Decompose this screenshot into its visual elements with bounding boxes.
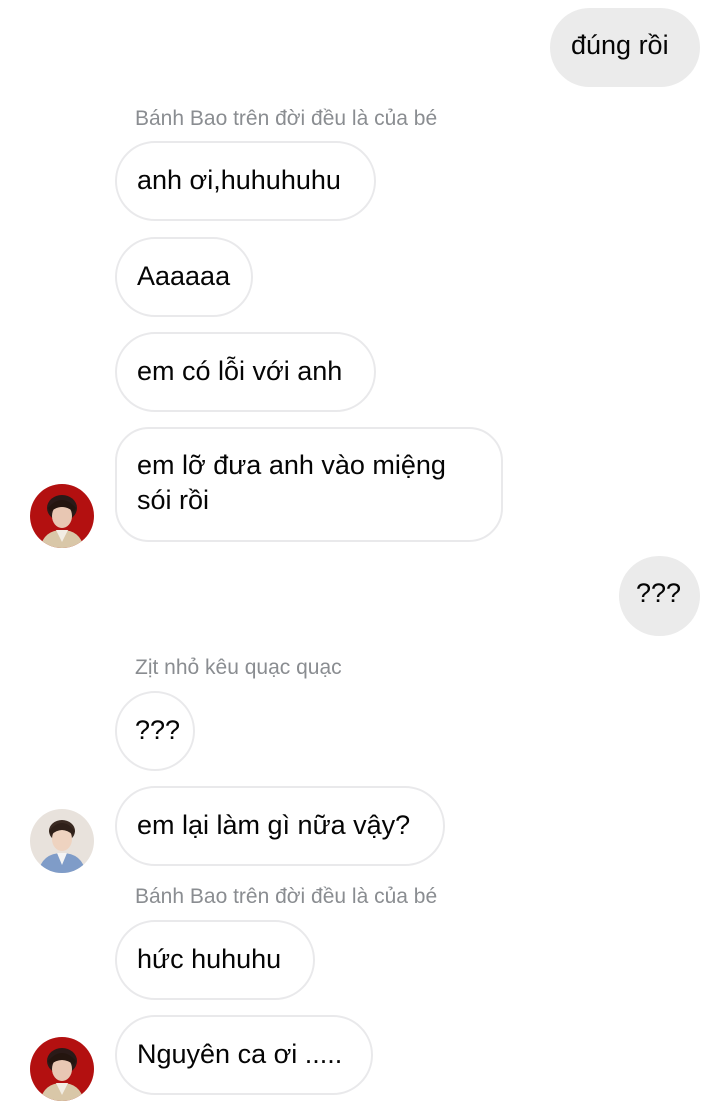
contact-avatar[interactable]	[30, 484, 94, 548]
outgoing-message[interactable]: đúng rồi	[550, 8, 700, 87]
incoming-message[interactable]: ???	[115, 691, 195, 771]
avatar-red-image	[30, 484, 94, 548]
incoming-message[interactable]: Nguyên ca ơi .....	[115, 1015, 373, 1095]
incoming-message[interactable]: em có lỗi với anh	[115, 332, 376, 412]
outgoing-message[interactable]: ???	[619, 556, 700, 636]
incoming-message[interactable]: anh ơi,huhuhuhu	[115, 141, 376, 221]
incoming-message[interactable]: Aaaaaa	[115, 237, 253, 317]
incoming-message[interactable]: em lỡ đưa anh vào miệng sói rồi	[115, 427, 503, 542]
sender-name: Zịt nhỏ kêu quạc quạc	[135, 656, 342, 679]
avatar-red-image	[30, 1037, 94, 1101]
incoming-message[interactable]: em lại làm gì nữa vậy?	[115, 786, 445, 866]
avatar-light-image	[30, 809, 94, 873]
contact-avatar[interactable]	[30, 809, 94, 873]
sender-name: Bánh Bao trên đời đều là của bé	[135, 885, 438, 908]
contact-avatar[interactable]	[30, 1037, 94, 1101]
incoming-message[interactable]: hức huhuhu	[115, 920, 315, 1000]
sender-name: Bánh Bao trên đời đều là của bé	[135, 107, 438, 130]
